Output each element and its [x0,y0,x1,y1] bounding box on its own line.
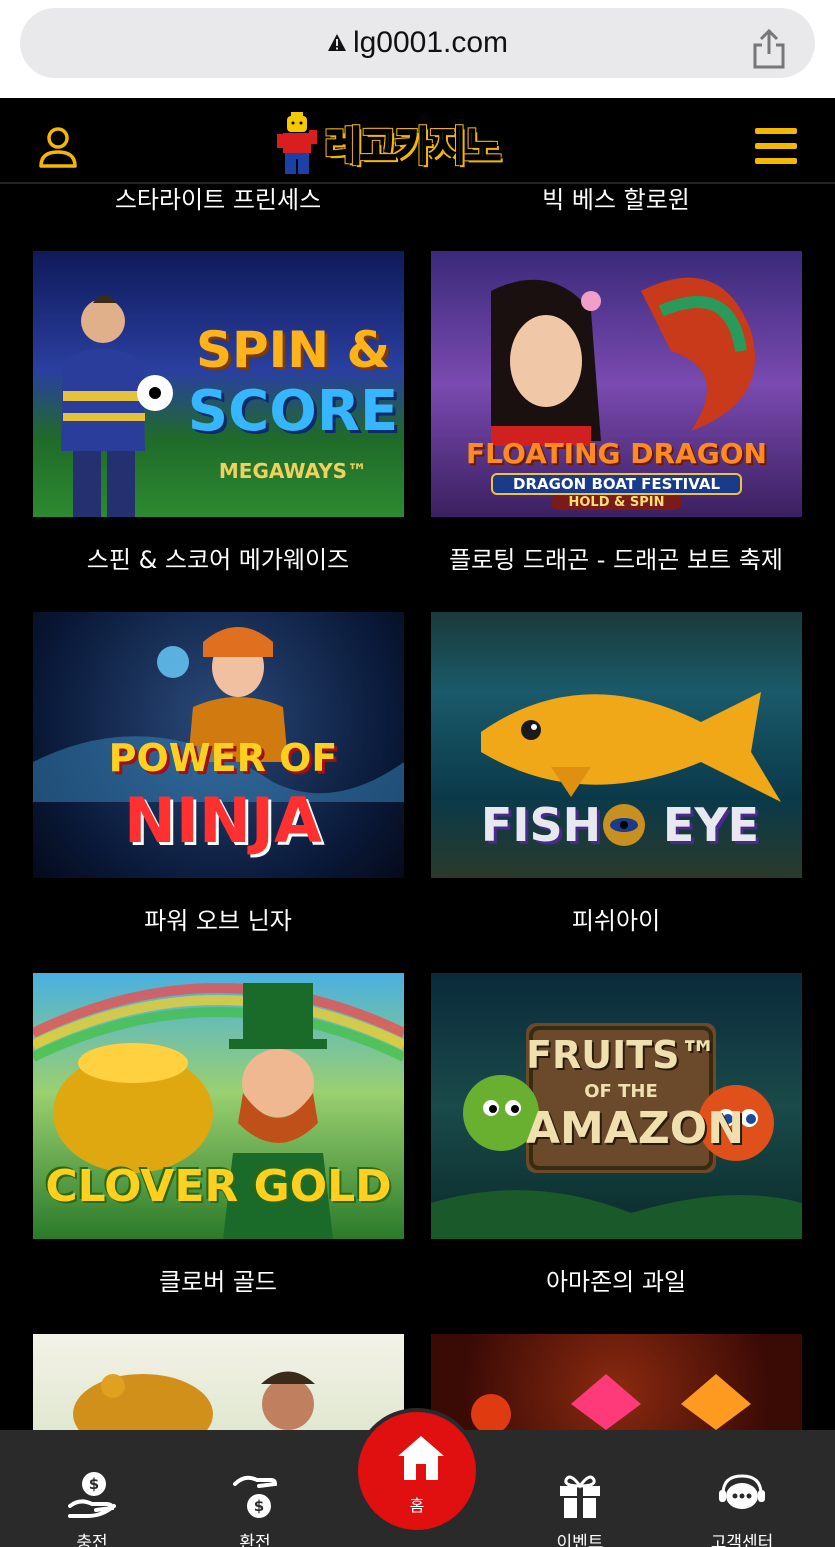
deposit-icon: $ [68,1472,116,1518]
game-art-title: OF THE [584,1081,658,1102]
game-art-title: FRUITS™ [526,1033,718,1077]
share-icon[interactable] [751,28,787,70]
game-art-subtitle: MEGAWAYS™ [218,459,368,483]
game-art-title: CLOVER GOLD [45,1161,392,1212]
game-card-fruits-of-the-amazon[interactable]: FRUITS™ OF THE AMAZON [431,973,802,1239]
game-card-partial[interactable] [33,1334,404,1430]
frog-and-fisherman-icon [73,1371,315,1430]
game-art-title: FISH [480,798,602,852]
user-icon[interactable] [38,126,78,168]
browser-bar: lg0001.com [0,0,835,98]
game-art-title: SPIN & [195,321,391,379]
game-art-title: AMAZON [526,1103,745,1154]
warning-icon [327,34,346,51]
game-art-badge: HOLD & SPIN [551,495,682,510]
game-title[interactable]: 스핀 & 스코어 메가웨이즈 [33,540,403,575]
game-art-subtitle: DRAGON BOAT FESTIVAL [491,473,742,495]
game-title[interactable]: 빅 베스 할로윈 [431,184,801,215]
address-bar[interactable]: lg0001.com [20,8,815,78]
svg-text:$: $ [89,1475,99,1493]
site-logo[interactable]: 레고카지노 [275,110,565,176]
nav-support[interactable]: 고객센터 [672,1430,812,1547]
game-card-fish-eye[interactable]: FISH EYE [431,612,802,878]
svg-text:$: $ [254,1497,264,1515]
game-card-partial[interactable] [431,1334,802,1430]
nav-events[interactable]: 이벤트 [510,1430,650,1547]
game-art-title: FLOATING DRAGON [466,437,767,470]
game-grid: 스타라이트 프린세스 빅 베스 할로윈 SPIN & SCORE MEGAWAY… [0,184,835,1430]
game-art-title: NINJA [124,784,322,857]
game-title[interactable]: 피쉬아이 [431,901,801,936]
withdraw-icon: $ [233,1475,278,1518]
home-button[interactable]: 홈 [354,1408,480,1534]
game-card-spin-and-score[interactable]: SPIN & SCORE MEGAWAYS™ [33,251,404,517]
nav-withdraw-label: 환전 [239,1533,271,1547]
chat-support-icon [719,1474,765,1509]
nav-events-label: 이벤트 [556,1533,604,1547]
url-text: lg0001.com [352,26,509,59]
game-card-clover-gold[interactable]: CLOVER GOLD [33,973,404,1239]
game-title[interactable]: 플로팅 드래곤 - 드래곤 보트 축제 [431,540,801,575]
game-title[interactable]: 아마존의 과일 [431,1262,801,1297]
gift-icon [560,1475,600,1518]
home-label: 홈 [409,1496,425,1515]
game-art-title: EYE [662,798,760,852]
hamburger-menu-icon[interactable] [755,128,797,164]
game-art-title: SCORE [187,379,399,444]
lego-figure-icon [275,110,321,176]
game-art-title: POWER OF [108,736,338,780]
app-header: 레고카지노 [0,98,835,184]
game-card-floating-dragon[interactable]: FLOATING DRAGON DRAGON BOAT FESTIVAL HOL… [431,251,802,517]
game-title[interactable]: 파워 오브 닌자 [33,901,403,936]
game-title[interactable]: 스타라이트 프린세스 [33,184,403,215]
nav-deposit-label: 충전 [76,1533,108,1547]
logo-text: 레고카지노 [324,123,502,171]
nav-support-label: 고객센터 [710,1533,774,1547]
game-title[interactable]: 클로버 골드 [33,1262,403,1297]
game-card-power-of-ninja[interactable]: POWER OF NINJA [33,612,404,878]
nav-withdraw[interactable]: $ 환전 [185,1430,325,1547]
gem-icon [471,1374,751,1430]
nav-deposit[interactable]: $ 충전 [22,1430,162,1547]
home-icon [398,1436,444,1480]
